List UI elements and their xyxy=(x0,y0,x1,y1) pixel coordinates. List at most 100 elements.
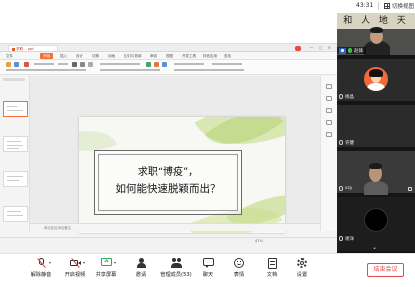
avatar xyxy=(364,67,388,91)
slide-thumbnail-panel xyxy=(0,76,30,231)
wps-tab-bar: 求职... ppt — ▢ ✕ xyxy=(0,44,337,52)
participant-tag: szy xyxy=(337,185,352,192)
wps-window-controls: — ▢ ✕ xyxy=(309,45,333,50)
wps-workspace: 求职“博疫”， 如何能快速脱颖而出？ xyxy=(0,76,337,233)
thumbnail-line xyxy=(7,145,23,146)
side-tool-icon[interactable] xyxy=(326,84,332,89)
slide-thumbnail-4[interactable] xyxy=(3,206,28,222)
thumbnail-line xyxy=(7,211,21,212)
wps-menu-item: 查找 xyxy=(224,54,231,58)
paragraph-tools xyxy=(100,63,140,65)
participant-name: 杨晶 xyxy=(345,94,354,100)
scroll-down-icon[interactable]: ⌄ xyxy=(372,244,377,251)
picture-icon xyxy=(154,62,159,67)
textbox-icon xyxy=(162,62,167,67)
side-tool-icon[interactable] xyxy=(326,132,332,137)
camera-off-icon xyxy=(69,257,85,269)
side-tool-icon[interactable] xyxy=(326,108,332,113)
participant-name: 许健 xyxy=(345,140,354,146)
find-tools xyxy=(212,63,242,65)
wps-menu-item: 设计 xyxy=(76,54,83,58)
participant-tag: 许健 xyxy=(337,139,354,146)
meeting-timer: 43:31 xyxy=(356,2,374,9)
participant-tile[interactable]: 许健 xyxy=(337,105,415,149)
wps-status-bar: 47% xyxy=(0,237,337,245)
participant-name: 赵锋 xyxy=(354,48,363,54)
mic-muted-icon xyxy=(339,94,343,99)
wps-menu-item: 插入 xyxy=(60,54,67,58)
wps-menu-item: 审阅 xyxy=(150,54,157,58)
avatar-shirt xyxy=(367,83,385,91)
side-tool-icon[interactable] xyxy=(326,120,332,125)
wps-menu-bar: 文件 开始 插入 设计 切换 动画 幻灯片放映 审阅 视图 开发工具 特色应用 … xyxy=(0,52,337,60)
emoji-icon xyxy=(233,258,245,268)
participant-tag: 谢洋 xyxy=(337,235,354,242)
share-screen-button[interactable]: 共享屏幕 xyxy=(87,258,125,278)
wps-menu-item: 切换 xyxy=(92,54,99,58)
participant-tile[interactable]: szy xyxy=(337,151,415,195)
pin-icon[interactable] xyxy=(408,187,412,191)
thumbnail-line xyxy=(7,110,23,111)
thumbnail-line xyxy=(7,180,19,181)
meeting-window: 43:31 切换视图 求职... ppt — ▢ ✕ 文件 开始 插入 设计 切… xyxy=(0,0,415,287)
font-box xyxy=(34,63,54,65)
wps-document-tab: 求职... ppt xyxy=(8,45,58,51)
grid-view-icon xyxy=(384,3,390,9)
participant-tile[interactable]: 杨晶 xyxy=(337,59,415,103)
wps-document-tab-label: 求职... ppt xyxy=(16,47,34,51)
participant-tag: 杨晶 xyxy=(337,93,354,100)
mic-muted-icon xyxy=(36,257,51,269)
shared-screen: 求职... ppt — ▢ ✕ 文件 开始 插入 设计 切换 动画 幻灯片放映 … xyxy=(0,43,337,253)
font-size-box xyxy=(58,63,68,65)
zoom-level: 47% xyxy=(255,239,263,243)
thumbnail-line xyxy=(7,148,19,149)
ribbon-row-2 xyxy=(100,69,160,71)
unmute-button[interactable]: 解除静音 xyxy=(22,257,60,278)
ribbon-row-2 xyxy=(6,69,86,71)
bold-icon xyxy=(72,62,77,67)
new-slide-icon xyxy=(24,62,29,67)
unmute-label: 解除静音 xyxy=(30,272,52,278)
top-bar: 43:31 切换视图 xyxy=(0,0,415,12)
wps-menu-item: 幻灯片放映 xyxy=(124,54,142,58)
slide-thumbnail-1[interactable] xyxy=(3,101,28,117)
side-tool-icon[interactable] xyxy=(326,96,332,101)
ppt-file-icon xyxy=(12,47,15,51)
end-meeting-button[interactable]: 结束会议 xyxy=(367,263,404,277)
meeting-toolbar: 解除静音 开启视频 共享屏幕 邀请 管理成员(53) 聊天 表情 文档 设置 结… xyxy=(0,253,415,287)
mic-muted-icon xyxy=(339,140,343,145)
wps-menu-item: 开发工具 xyxy=(182,54,196,58)
person-hair xyxy=(370,27,383,33)
host-icon xyxy=(339,47,346,54)
slide-thumbnail-2[interactable] xyxy=(3,136,28,152)
thumbnail-line xyxy=(7,141,21,142)
slide-thumbnail-3[interactable] xyxy=(3,171,28,187)
avatar-hair xyxy=(369,69,383,77)
participant-name: 谢洋 xyxy=(345,236,354,242)
participant-name: szy xyxy=(345,186,353,191)
slide-canvas: 求职“博疫”， 如何能快速脱颖而出？ xyxy=(30,76,320,233)
switch-view-button[interactable]: 切换视图 xyxy=(384,2,414,10)
wps-menu-item-start: 开始 xyxy=(40,53,53,59)
slide-title-line-1: 求职“博疫”， xyxy=(137,167,199,178)
arrange-tools xyxy=(174,63,204,65)
slide-title-box: 求职“博疫”， 如何能快速脱颖而出？ xyxy=(94,150,242,215)
wps-menu-item: 特色应用 xyxy=(203,54,217,58)
participant-tile[interactable]: 和 人 地 天 赵锋 xyxy=(337,13,415,57)
format-icon xyxy=(14,62,19,67)
participant-tile[interactable]: 谢洋 ⌄ xyxy=(337,197,415,253)
thumbnail-line xyxy=(7,176,23,177)
thumbnail-tab xyxy=(3,78,25,81)
invite-icon xyxy=(136,258,147,268)
settings-button[interactable]: 设置 xyxy=(283,258,321,278)
notes-bar[interactable]: 单击此处添加备注 xyxy=(30,223,320,231)
person-body xyxy=(364,181,388,195)
shape-icon xyxy=(146,62,151,67)
mic-on-icon xyxy=(348,48,352,53)
current-slide[interactable]: 求职“博疫”， 如何能快速脱颖而出？ xyxy=(79,117,285,233)
italic-icon xyxy=(80,62,85,67)
wps-ribbon xyxy=(0,60,337,75)
chat-icon xyxy=(202,258,214,268)
gear-icon xyxy=(296,258,308,268)
underline-icon xyxy=(88,62,93,67)
